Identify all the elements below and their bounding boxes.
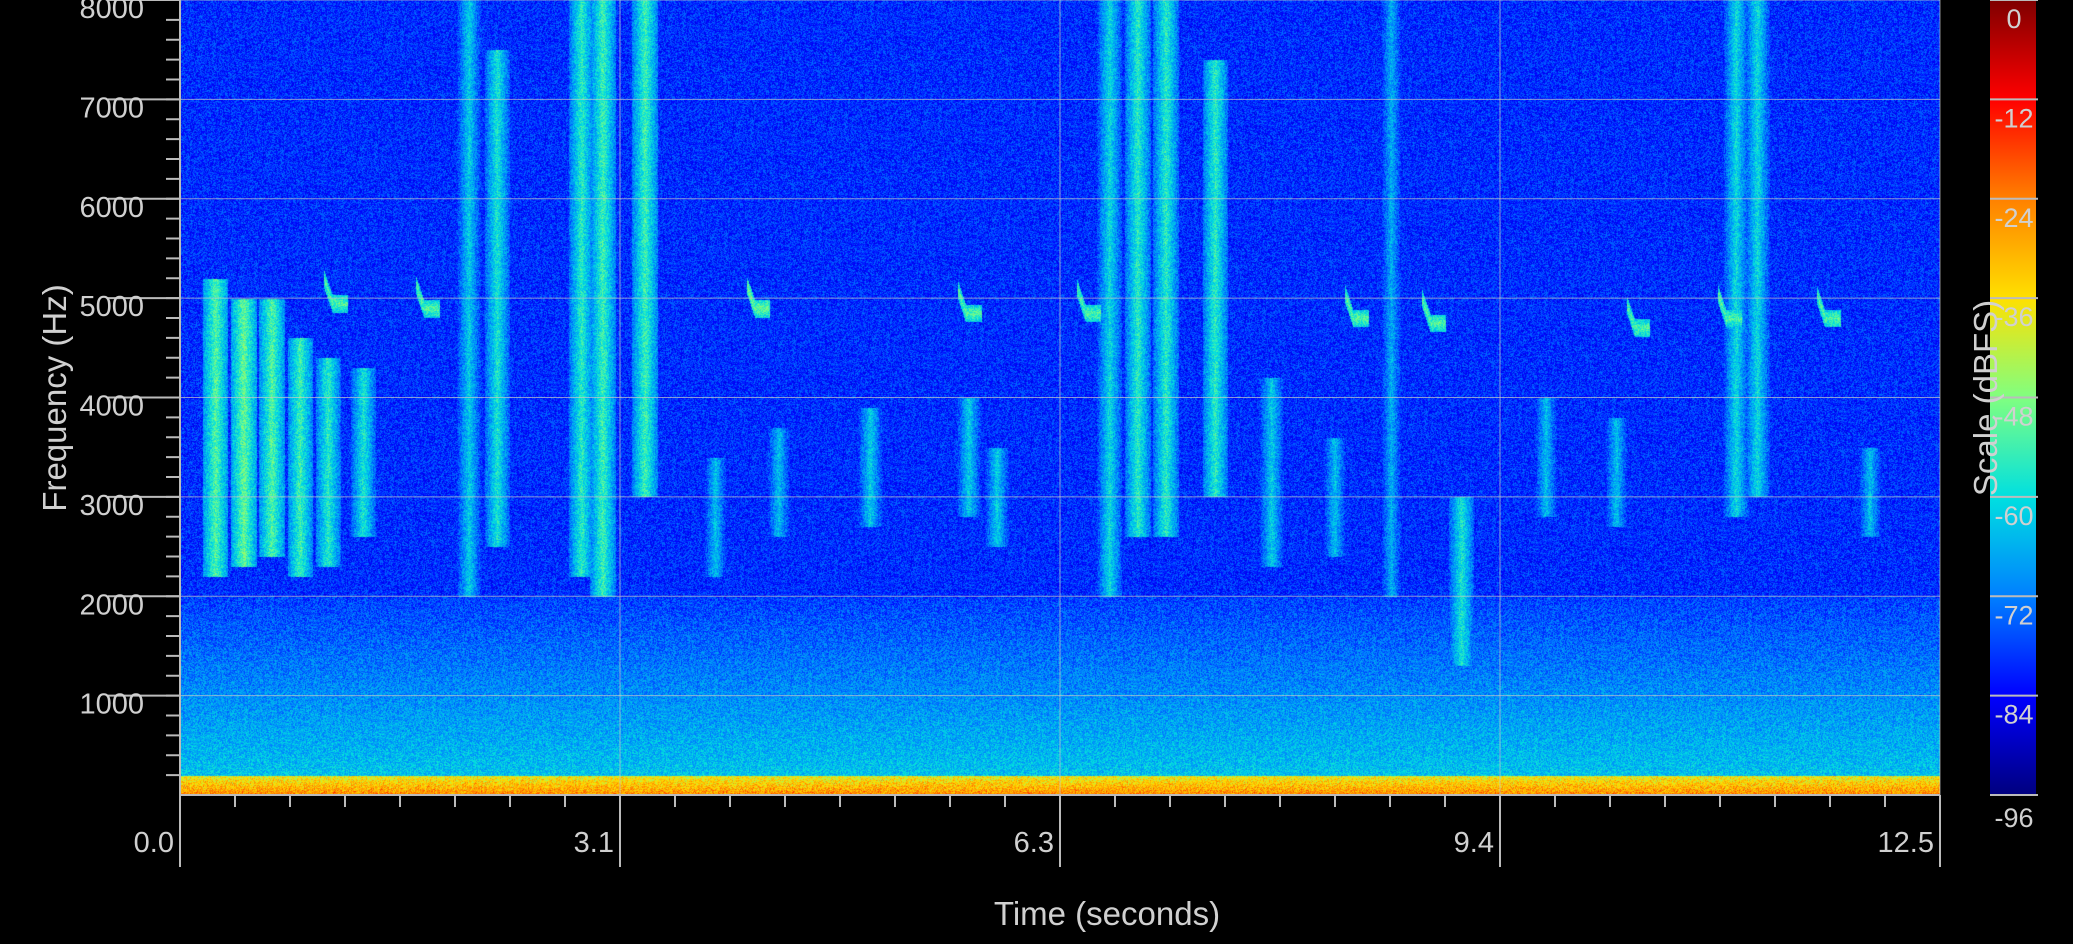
x-tick-label: 12.5	[1878, 827, 1934, 859]
y-tick-label: 7000	[79, 92, 144, 124]
y-tick-label: 1000	[79, 689, 144, 721]
x-axis-label: Time (seconds)	[994, 895, 1220, 932]
colorbar-label: Scale (dBFS)	[1967, 300, 2004, 496]
colorbar-tick-label: -24	[1994, 203, 2033, 233]
colorbar-tick-label: 0	[2006, 4, 2021, 34]
y-tick-label: 8000	[79, 0, 144, 25]
y-tick-label: 3000	[79, 490, 144, 522]
y-tick-label: 4000	[79, 391, 144, 423]
x-tick-label: 3.1	[574, 827, 614, 859]
colorbar-tick-label: -60	[1994, 501, 2033, 531]
y-tick-label: 6000	[79, 192, 144, 224]
y-axis-label: Frequency (Hz)	[36, 284, 73, 511]
colorbar-tick-label: -72	[1994, 600, 2033, 630]
y-axis: 1000 2000 3000 4000 5000 6000 7000 8000	[79, 0, 180, 777]
y-tick-label: 2000	[79, 589, 144, 621]
colorbar-tick-label: -84	[1994, 700, 2033, 730]
colorbar-tick-label: -12	[1994, 103, 2033, 133]
spectrogram-svg: 0.0 3.1 6.3 9.4 12.5 1000 2000 3000 4000 5000 600…	[36, 0, 2038, 932]
x-tick-label: 6.3	[1014, 827, 1054, 859]
y-tick-label: 5000	[79, 291, 144, 323]
x-tick-label: 0.0	[134, 827, 174, 859]
spectrogram-figure: 0.0 3.1 6.3 9.4 12.5 1000 2000 3000 4000 5000 600…	[0, 0, 2073, 939]
colorbar-tick-label: -96	[1994, 803, 2033, 833]
x-tick-label: 9.4	[1454, 827, 1494, 859]
x-axis: 0.0 3.1 6.3 9.4 12.5	[134, 795, 1941, 867]
